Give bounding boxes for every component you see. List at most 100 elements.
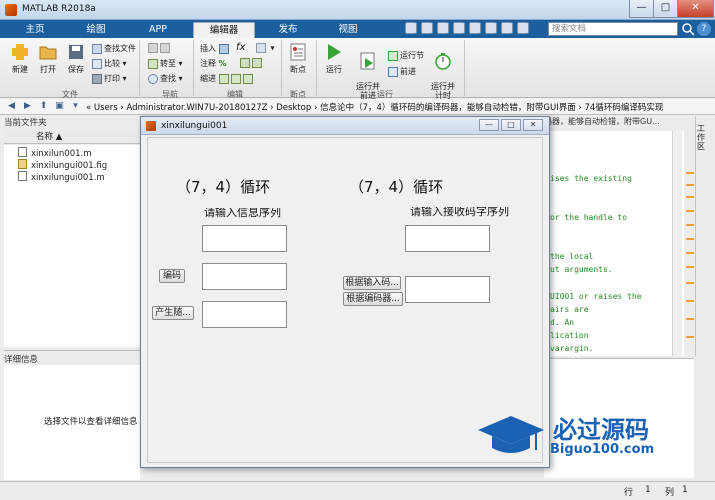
code-line: the local [550,252,594,261]
warning-marker[interactable] [686,252,694,254]
paste-icon[interactable] [453,22,465,34]
redo-icon[interactable] [485,22,497,34]
browse-folder-icon[interactable]: ▣ [54,101,65,112]
new-button[interactable]: 新建 [6,43,34,75]
decoded-output-field[interactable] [405,276,490,303]
forward-arrow-icon[interactable]: ▶ [22,101,33,112]
indent-button[interactable]: 缩进 [200,73,255,84]
nav-back-button[interactable] [148,43,172,53]
tab-apps[interactable]: APP [130,22,186,38]
maximize-button[interactable]: □ [653,0,678,18]
graduation-cap-logo [478,416,544,453]
search-input[interactable]: 搜索文档 [548,22,678,36]
warning-marker[interactable] [686,238,694,240]
save-button[interactable]: 保存 [62,43,90,75]
code-editor[interactable]: ises the existing or the handle to the l… [544,131,684,356]
undo-icon[interactable] [469,22,481,34]
warning-marker[interactable] [686,210,694,212]
help-small-icon[interactable] [517,22,529,34]
tab-plots[interactable]: 绘图 [68,22,124,38]
editor-scrollbar[interactable] [672,131,682,356]
editor-tab-title[interactable]: 码器，能够自动检错，附带GU... [544,116,694,130]
warning-marker[interactable] [686,336,694,338]
tab-publish[interactable]: 发布 [262,22,314,38]
path-dropdown-icon[interactable]: ▾ [70,101,81,112]
tab-home[interactable]: 主页 [8,22,62,38]
received-code-input[interactable] [405,225,490,252]
workspace-tab[interactable]: 工作区 [697,124,711,151]
open-button[interactable]: 打开 [34,43,62,75]
list-item[interactable]: xinxilungui001.fig [18,159,107,171]
group-divider [139,40,140,96]
random-generate-button[interactable]: 产生随... [152,306,194,320]
print-button[interactable]: 打印 ▾ [92,73,127,84]
encode-button[interactable]: 编码 [159,269,185,283]
details-header: 详细信息 [4,350,140,365]
info-sequence-input[interactable] [202,225,287,252]
copy-icon[interactable] [437,22,449,34]
help-icon[interactable]: ? [697,22,711,36]
title-bar: MATLAB R2018a — □ ✕ [0,0,715,20]
dialog-maximize-button[interactable]: □ [501,119,521,131]
fx-button[interactable]: fx [236,42,245,53]
col-label: 列 [665,488,675,498]
code-line: ises the existing [550,174,632,183]
stopwatch-icon [435,53,451,70]
folder-path[interactable]: « Users › Administrator.WIN7U-20180127Z … [86,101,663,113]
run-and-time-button[interactable]: 运行并 计时 [426,43,460,100]
insert-extra-button[interactable]: ▾ [256,43,275,53]
run-label: 运行 [326,65,342,74]
insert-extra-icon [256,43,266,53]
dialog-close-button[interactable]: ✕ [523,119,543,131]
warning-marker[interactable] [686,318,694,320]
code-line: airs are [550,305,589,314]
warning-marker[interactable] [686,184,694,186]
decode-by-input-button[interactable]: 根据输入码... [343,276,401,290]
goto-button[interactable]: 转至 ▾ [148,58,183,69]
random-output-field[interactable] [202,301,287,328]
insert-button[interactable]: 插入 [200,43,231,54]
warning-marker[interactable] [686,282,694,284]
compare-button[interactable]: 比较 ▾ [92,58,127,69]
decoder-title: （7，4）循环 [349,178,444,196]
outdent-icon [230,73,241,84]
run-section-button[interactable]: 运行节 [388,50,424,61]
list-item[interactable]: xinxilun001.m [18,147,92,159]
run-section-icon [388,50,398,61]
warning-marker[interactable] [686,172,694,174]
find-button[interactable]: 查找 ▾ [148,73,183,84]
switch-windows-icon[interactable] [501,22,513,34]
wrap-comments-button[interactable] [240,58,264,68]
warning-marker[interactable] [686,300,694,302]
cut-icon[interactable] [421,22,433,34]
m-file-icon [18,171,27,181]
find-files-button[interactable]: 查找文件 [92,43,136,54]
name-column-header[interactable]: 名称 ▲ [4,131,140,144]
find-icon [148,73,158,84]
comment-button[interactable]: 注释 % [200,58,227,69]
group-divider [316,40,317,96]
matlab-logo-icon [5,4,17,16]
save-icon[interactable] [405,22,417,34]
run-button[interactable]: 运行 [320,43,348,75]
watermark-url: Biguo100.com [550,442,655,457]
search-icon[interactable] [681,22,695,36]
up-folder-icon[interactable]: ⬆ [38,101,49,112]
tab-editor[interactable]: 编辑器 [193,22,255,38]
breakpoints-button[interactable]: 断点 [284,43,312,75]
status-bar: 行 1 列 1 [0,481,715,500]
encoded-output-field[interactable] [202,263,287,290]
decode-by-encoder-button[interactable]: 根据编码器... [343,292,403,306]
run-time-label: 运行并 计时 [431,82,455,100]
warning-marker[interactable] [686,266,694,268]
tab-view[interactable]: 视图 [320,22,376,38]
advance-button[interactable]: 前进 [388,66,416,77]
back-arrow-icon[interactable]: ◀ [6,101,17,112]
list-item[interactable]: xinxilungui001.m [18,171,105,183]
dialog-title-bar: xinxilungui001 — □ ✕ [141,117,549,135]
close-button[interactable]: ✕ [677,0,714,18]
minimize-button[interactable]: — [629,0,654,18]
warning-marker[interactable] [686,196,694,198]
warning-marker[interactable] [686,224,694,226]
dialog-minimize-button[interactable]: — [479,119,499,131]
